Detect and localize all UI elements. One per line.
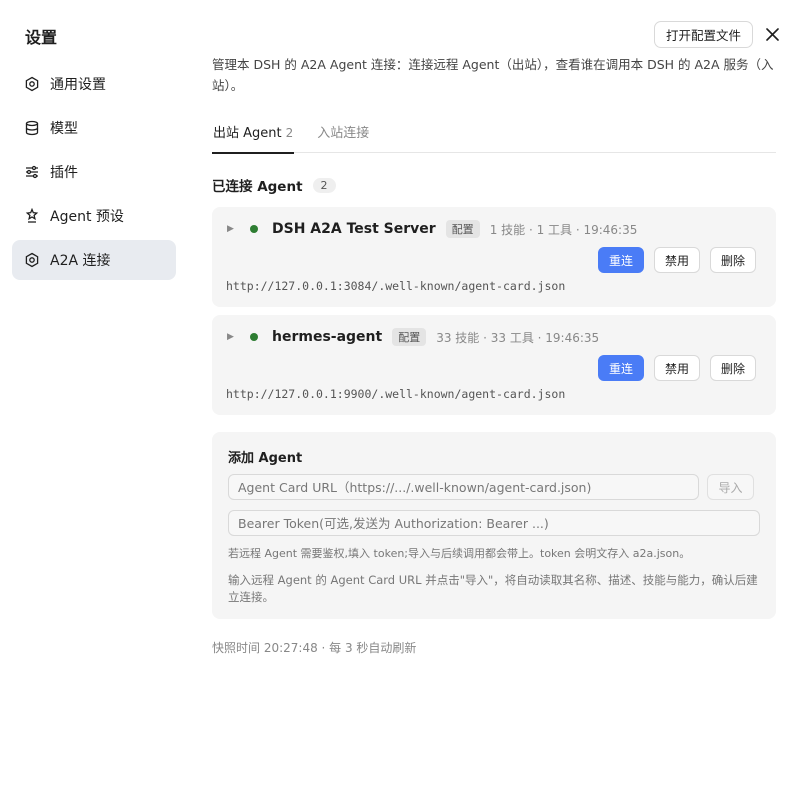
sidebar-item-label: A2A 连接 — [50, 253, 111, 269]
gear-icon — [24, 252, 40, 268]
gear-icon — [24, 76, 40, 92]
tab-inbound[interactable]: 入站连接 — [316, 118, 370, 153]
disable-button[interactable]: 禁用 — [653, 355, 700, 381]
agent-card-url-input[interactable] — [228, 474, 699, 500]
sidebar: 设置 通用设置 模型 插件 Agent 预设 A2A 连接 — [0, 0, 188, 800]
sliders-icon — [24, 164, 40, 180]
sidebar-item-plugins[interactable]: 插件 — [12, 152, 176, 192]
tab-count: 2 — [285, 126, 294, 140]
delete-button[interactable]: 删除 — [709, 247, 756, 273]
agent-meta: 1 技能 · 1 工具 · 19:46:35 — [489, 222, 638, 237]
disable-button[interactable]: 禁用 — [653, 247, 700, 273]
status-dot-icon — [250, 333, 258, 341]
count-badge: 2 — [312, 177, 336, 193]
tab-outbound[interactable]: 出站 Agent 2 — [212, 118, 295, 154]
sidebar-item-label: 通用设置 — [50, 77, 106, 93]
auth-hint: 若远程 Agent 需要鉴权,填入 token;导入与后续调用都会带上。toke… — [228, 547, 691, 560]
import-hint: 输入远程 Agent 的 Agent Card URL 并点击"导入"，将自动读… — [228, 573, 758, 604]
connected-agents-heading: 已连接 Agent 2 — [212, 175, 776, 195]
sidebar-item-label: 插件 — [50, 165, 78, 181]
agent-card: ▶ DSH A2A Test Server 配置 1 技能 · 1 工具 · 1… — [212, 207, 776, 307]
status-dot-icon — [250, 225, 258, 233]
import-button[interactable]: 导入 — [707, 474, 754, 500]
agent-header: ▶ DSH A2A Test Server 配置 1 技能 · 1 工具 · 1… — [227, 219, 637, 239]
tab-label: 出站 Agent — [213, 126, 282, 141]
sidebar-title: 设置 — [25, 28, 58, 47]
agent-meta: 33 技能 · 33 工具 · 19:46:35 — [436, 330, 600, 345]
reconnect-button[interactable]: 重连 — [597, 247, 644, 273]
main-content: 管理本 DSH 的 A2A Agent 连接：连接远程 Agent（出站），查看… — [212, 54, 776, 656]
agent-card: ▶ hermes-agent 配置 33 技能 · 33 工具 · 19:46:… — [212, 315, 776, 415]
add-agent-panel: 添加 Agent 导入 若远程 Agent 需要鉴权,填入 token;导入与后… — [212, 432, 776, 619]
sidebar-item-a2a[interactable]: A2A 连接 — [12, 240, 176, 280]
settings-window: 设置 通用设置 模型 插件 Agent 预设 A2A 连接 打开配置文件 管理本… — [0, 0, 800, 800]
tab-label: 入站连接 — [317, 126, 370, 141]
sidebar-item-label: Agent 预设 — [50, 209, 124, 225]
agent-url: http://127.0.0.1:3084/.well-known/agent-… — [226, 279, 566, 293]
config-tag: 配置 — [392, 328, 427, 346]
agent-actions: 重连 禁用 删除 — [588, 355, 756, 381]
sidebar-nav: 通用设置 模型 插件 Agent 预设 A2A 连接 — [12, 64, 176, 284]
close-icon[interactable] — [763, 25, 781, 43]
tab-bar: 出站 Agent 2 入站连接 — [212, 118, 776, 154]
snapshot-status: 快照时间 20:27:48 · 每 3 秒自动刷新 — [212, 641, 417, 655]
agent-name: DSH A2A Test Server — [272, 221, 436, 237]
page-description: 管理本 DSH 的 A2A Agent 连接：连接远程 Agent（出站），查看… — [212, 57, 774, 93]
agent-name: hermes-agent — [272, 329, 383, 345]
expand-arrow-icon[interactable]: ▶ — [227, 224, 239, 234]
section-title: 已连接 Agent — [212, 179, 303, 195]
agent-icon — [24, 208, 40, 224]
agent-url: http://127.0.0.1:9900/.well-known/agent-… — [226, 387, 566, 401]
sidebar-item-agent-presets[interactable]: Agent 预设 — [12, 196, 176, 236]
agent-header: ▶ hermes-agent 配置 33 技能 · 33 工具 · 19:46:… — [227, 327, 599, 347]
delete-button[interactable]: 删除 — [709, 355, 756, 381]
database-icon — [24, 120, 40, 136]
add-agent-title: 添加 Agent — [228, 451, 303, 466]
sidebar-item-general[interactable]: 通用设置 — [12, 64, 176, 104]
config-tag: 配置 — [445, 220, 480, 238]
reconnect-button[interactable]: 重连 — [597, 355, 644, 381]
bearer-token-input[interactable] — [228, 510, 760, 536]
sidebar-item-models[interactable]: 模型 — [12, 108, 176, 148]
agent-actions: 重连 禁用 删除 — [588, 247, 756, 273]
sidebar-item-label: 模型 — [50, 121, 78, 137]
expand-arrow-icon[interactable]: ▶ — [227, 332, 239, 342]
open-config-button[interactable]: 打开配置文件 — [654, 21, 754, 48]
